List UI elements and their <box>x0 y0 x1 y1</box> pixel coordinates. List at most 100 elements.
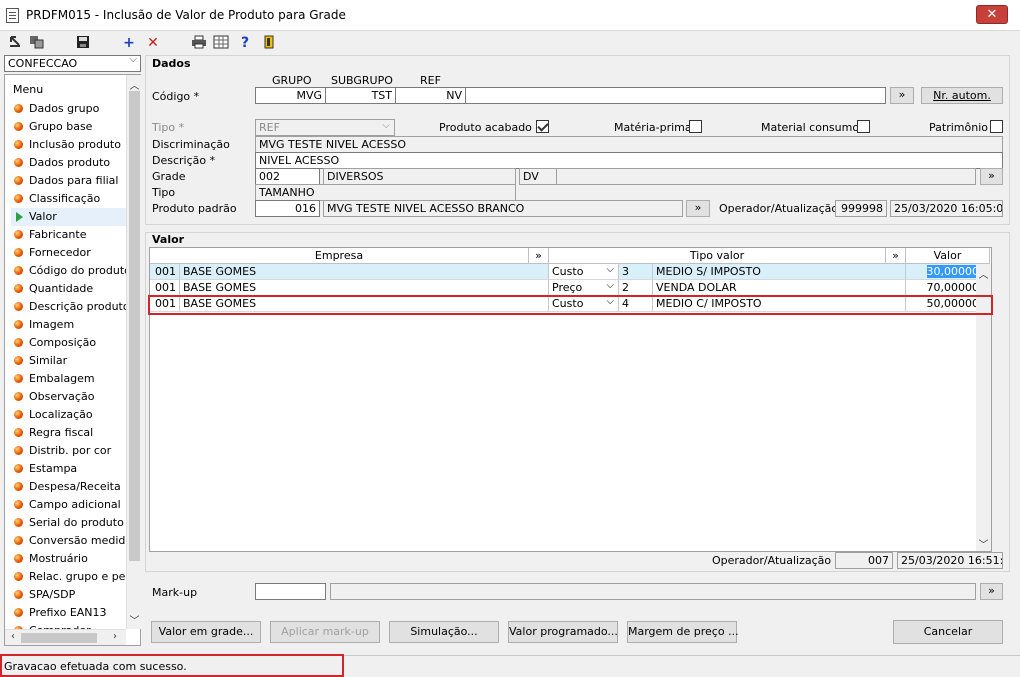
sidebar-item-embalagem[interactable]: Embalagem <box>11 370 129 388</box>
sidebar-item-mostruario[interactable]: Mostruário <box>11 550 129 568</box>
markup-expand-button[interactable]: » <box>980 583 1003 600</box>
chevron-right-icon[interactable]: › <box>109 631 121 642</box>
markup-field[interactable] <box>255 583 326 600</box>
grade-expand-button[interactable]: » <box>980 168 1003 185</box>
sidebar-item-localizacao[interactable]: Localização <box>11 406 129 424</box>
patrimonio-checkbox[interactable] <box>990 120 1003 133</box>
close-button[interactable]: ✕ <box>976 5 1008 24</box>
materia-prima-checkbox[interactable] <box>689 120 702 133</box>
produto-padrao-expand-button[interactable]: » <box>686 200 710 217</box>
produto-acabado-checkbox[interactable] <box>536 120 549 133</box>
sidebar-item-classificacao[interactable]: Classificação <box>11 190 129 208</box>
empresa-name-cell[interactable]: BASE GOMES <box>180 280 549 296</box>
valor-atualizacao-field: 25/03/2020 16:51:36 <box>897 552 1003 569</box>
codigo-extra-field[interactable] <box>465 87 886 104</box>
company-combo[interactable]: CONFECCAO ⌵ <box>4 54 141 72</box>
sidebar-item-imagem[interactable]: Imagem <box>11 316 129 334</box>
sidebar-item-inclusao-produto[interactable]: Inclusão produto <box>11 136 129 154</box>
tipo-desc-cell[interactable]: MEDIO S/ IMPOSTO <box>653 264 906 280</box>
sidebar-item-descricao-produto[interactable]: Descrição produto <box>11 298 129 316</box>
grade-extra-wide-field <box>556 168 976 185</box>
cancelar-button[interactable]: Cancelar <box>893 620 1003 644</box>
menu-hscroll-thumb[interactable] <box>21 633 97 643</box>
sidebar-item-conversao-medida[interactable]: Conversão medida <box>11 532 129 550</box>
tipo-code-cell[interactable]: 3 <box>619 264 653 280</box>
chevron-up-icon[interactable]: ︿ <box>127 77 142 92</box>
sidebar-item-dados-produto[interactable]: Dados produto <box>11 154 129 172</box>
sidebar-item-grupo-base[interactable]: Grupo base <box>11 118 129 136</box>
kind-select[interactable]: Custo ⌵ <box>549 264 619 280</box>
exit-icon[interactable] <box>260 35 278 51</box>
sidebar-item-prefixo-ean13[interactable]: Prefixo EAN13 <box>11 604 129 622</box>
margem-preco-button[interactable]: Margem de preço ... <box>627 621 739 643</box>
copy-icon[interactable] <box>28 35 46 51</box>
sidebar-item-despesa-receita[interactable]: Despesa/Receita <box>11 478 129 496</box>
material-consumo-label: Material consumo <box>761 121 860 134</box>
valor-programado-button[interactable]: Valor programado... <box>508 621 618 643</box>
empresa-code-cell[interactable]: 001 <box>150 264 180 280</box>
sidebar-item-fabricante[interactable]: Fabricante <box>11 226 129 244</box>
help-icon[interactable]: ? <box>236 35 254 51</box>
menu-scrollbar[interactable]: ︿ ﹀ <box>126 75 141 629</box>
menu-scroll-thumb[interactable] <box>129 91 140 561</box>
sidebar-item-campo-adicional[interactable]: Campo adicional <box>11 496 129 514</box>
add-icon[interactable]: + <box>120 35 138 51</box>
descricao-field[interactable]: NIVEL ACESSO <box>255 152 1003 169</box>
chevron-left-icon[interactable]: ‹ <box>7 631 19 642</box>
nr-autom-button[interactable]: Nr. autom. <box>921 87 1003 104</box>
grade-label: Grade <box>152 170 186 183</box>
sidebar-item-regra-fiscal[interactable]: Regra fiscal <box>11 424 129 442</box>
save-icon[interactable] <box>74 35 92 51</box>
tipo-desc-cell[interactable]: VENDA DOLAR <box>653 280 906 296</box>
bullet-icon <box>14 338 23 347</box>
grid-icon[interactable] <box>212 35 230 51</box>
sidebar-item-dados-para-filial[interactable]: Dados para filial <box>11 172 129 190</box>
bullet-icon <box>14 284 23 293</box>
valor-em-grade-button[interactable]: Valor em grade... <box>151 621 261 643</box>
chevron-down-icon[interactable]: ﹀ <box>976 536 991 551</box>
delete-icon[interactable]: ✕ <box>144 35 162 51</box>
ref-field[interactable]: NV <box>395 87 466 104</box>
sidebar-item-estampa[interactable]: Estampa <box>11 460 129 478</box>
sidebar-item-observacao[interactable]: Observação <box>11 388 129 406</box>
kind-select[interactable]: Preço ⌵ <box>549 280 619 296</box>
sidebar-item-distrib-por-cor[interactable]: Distrib. por cor <box>11 442 129 460</box>
kind-select-text: Custo <box>552 265 584 278</box>
grupo-field[interactable]: MVG <box>255 87 326 104</box>
sidebar-item-valor[interactable]: Valor <box>11 208 129 226</box>
sidebar-item-label: Localização <box>29 408 93 421</box>
bullet-icon <box>14 518 23 527</box>
tipo-select[interactable]: REF ⌵ <box>255 119 395 136</box>
sidebar-item-codigo-do-produto[interactable]: Código do produto <box>11 262 129 280</box>
discriminacao-field[interactable]: MVG TESTE NIVEL ACESSO <box>255 136 1003 153</box>
print-icon[interactable] <box>190 35 208 51</box>
menu-hscrollbar[interactable]: ‹ › <box>5 629 126 645</box>
sidebar-item-relac-grupo-e-pess[interactable]: Relac. grupo e pess <box>11 568 129 586</box>
empresa-name-cell-text: BASE GOMES <box>183 281 257 294</box>
tipo-valor-expand-button[interactable]: » <box>886 248 906 264</box>
bullet-icon <box>14 320 23 329</box>
aplicar-markup-button[interactable]: Aplicar mark-up <box>270 621 380 643</box>
empresa-code-cell[interactable]: 001 <box>150 280 180 296</box>
produto-padrao-code-field[interactable]: 016 <box>255 200 320 217</box>
chevron-up-icon[interactable]: ︿ <box>976 266 991 281</box>
sidebar-item-serial-do-produto[interactable]: Serial do produto <box>11 514 129 532</box>
empresa-name-cell[interactable]: BASE GOMES <box>180 264 549 280</box>
sidebar-item-composicao[interactable]: Composição <box>11 334 129 352</box>
codigo-expand-button[interactable]: » <box>890 87 914 104</box>
simulacao-button[interactable]: Simulação... <box>389 621 499 643</box>
tipo-code-cell[interactable]: 2 <box>619 280 653 296</box>
sidebar-item-label: Imagem <box>29 318 75 331</box>
subgrupo-field[interactable]: TST <box>325 87 396 104</box>
valor-grid: Empresa » Tipo valor » Valor 001 BASE GOM… <box>149 247 992 552</box>
chevron-down-icon[interactable]: ﹀ <box>127 612 142 627</box>
sidebar-item-dados-grupo[interactable]: Dados grupo <box>11 100 129 118</box>
grade-code-field[interactable]: 002 <box>255 168 320 185</box>
sidebar-item-spa-sdp[interactable]: SPA/SDP <box>11 586 129 604</box>
sidebar-item-fornecedor[interactable]: Fornecedor <box>11 244 129 262</box>
arrow-icon[interactable] <box>6 35 24 51</box>
sidebar-item-quantidade[interactable]: Quantidade <box>11 280 129 298</box>
sidebar-item-similar[interactable]: Similar <box>11 352 129 370</box>
material-consumo-checkbox[interactable] <box>857 120 870 133</box>
empresa-expand-button[interactable]: » <box>529 248 549 264</box>
